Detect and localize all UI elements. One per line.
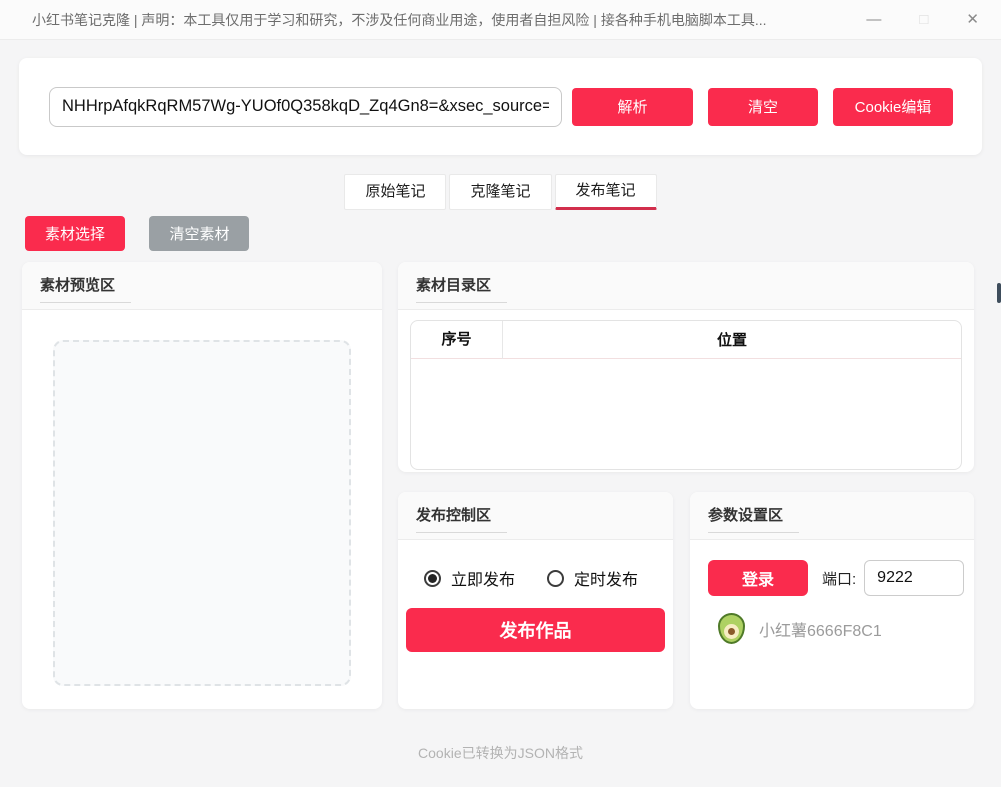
column-header-location: 位置 [503,329,961,350]
account-name: 小红薯6666F8C1 [759,617,882,641]
publish-control-panel: 发布控制区 立即发布 定时发布 发布作品 [398,492,673,709]
window-controls: — □ ✕ [866,12,979,27]
minimize-icon[interactable]: — [866,12,881,27]
main-content: 素材预览区 素材目录区 序号 位置 发布控制区 [22,262,1001,709]
material-directory-header: 素材目录区 [398,262,974,310]
parse-button[interactable]: 解析 [572,88,693,126]
port-input[interactable] [864,560,964,596]
login-port-row: 登录 端口: [708,560,974,596]
material-directory-title: 素材目录区 [416,274,507,303]
status-text: Cookie已转换为JSON格式 [0,743,1001,763]
port-label: 端口: [822,568,856,589]
material-table: 序号 位置 [410,320,962,470]
cookie-edit-button[interactable]: Cookie编辑 [833,88,953,126]
note-tabs: 原始笔记 克隆笔记 发布笔记 [0,174,1001,210]
bottom-panels: 发布控制区 立即发布 定时发布 发布作品 参数设置区 [398,492,974,709]
radio-publish-now[interactable]: 立即发布 [424,566,515,590]
param-settings-title: 参数设置区 [708,504,799,533]
scrollbar-thumb[interactable] [997,283,1001,303]
account-row[interactable]: 小红薯6666F8C1 [718,613,974,644]
note-url-input[interactable] [49,87,562,127]
url-card: 解析 清空 Cookie编辑 [19,58,982,155]
right-column: 素材目录区 序号 位置 发布控制区 立即发布 [398,262,974,709]
maximize-icon[interactable]: □ [919,12,928,27]
tab-clone-note[interactable]: 克隆笔记 [449,174,551,210]
publish-work-button[interactable]: 发布作品 [406,608,665,652]
publish-control-header: 发布控制区 [398,492,673,540]
column-header-index: 序号 [411,321,503,359]
param-settings-panel: 参数设置区 登录 端口: 小红薯6666F8C1 [690,492,974,709]
clear-button[interactable]: 清空 [708,88,818,126]
material-preview-header: 素材预览区 [22,262,382,310]
radio-selected-icon [424,570,441,587]
tab-original-note[interactable]: 原始笔记 [344,174,446,210]
material-table-header-row: 序号 位置 [411,321,961,359]
material-select-button[interactable]: 素材选择 [25,216,125,251]
login-button[interactable]: 登录 [708,560,808,596]
titlebar: 小红书笔记克隆 | 声明：本工具仅用于学习和研究，不涉及任何商业用途，使用者自担… [0,0,1001,40]
material-actions: 素材选择 清空素材 [25,216,1001,251]
material-clear-button[interactable]: 清空素材 [149,216,249,251]
publish-mode-options: 立即发布 定时发布 [424,566,673,590]
param-settings-header: 参数设置区 [690,492,974,540]
radio-unselected-icon [547,570,564,587]
material-preview-dropzone [53,340,351,686]
material-preview-title: 素材预览区 [40,274,131,303]
publish-control-title: 发布控制区 [416,504,507,533]
material-directory-panel: 素材目录区 序号 位置 [398,262,974,472]
avocado-avatar-icon [718,613,745,644]
radio-publish-scheduled-label: 定时发布 [574,566,638,590]
radio-publish-now-label: 立即发布 [451,566,515,590]
window-title: 小红书笔记克隆 | 声明：本工具仅用于学习和研究，不涉及任何商业用途，使用者自担… [32,10,842,30]
material-preview-panel: 素材预览区 [22,262,382,709]
close-icon[interactable]: ✕ [966,12,979,27]
tab-publish-note[interactable]: 发布笔记 [555,174,657,210]
radio-publish-scheduled[interactable]: 定时发布 [547,566,638,590]
